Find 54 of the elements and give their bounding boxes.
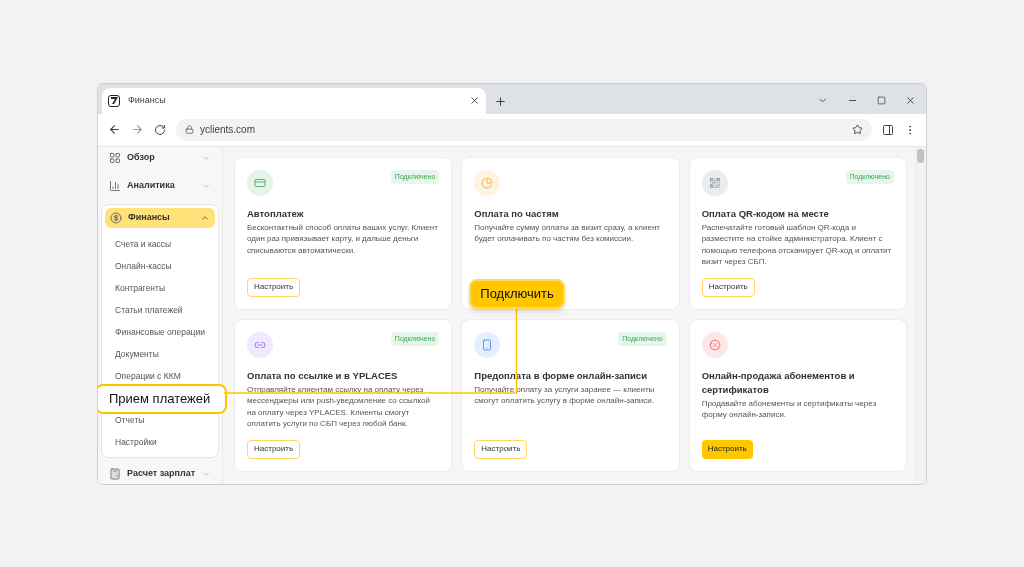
card-description: Получайте сумму оплаты за визит сразу, а клиент будет оплачивать по частям без комиссии.	[474, 221, 661, 245]
sidebar-item[interactable]: Статьи платежей	[105, 299, 215, 322]
star-icon[interactable]	[852, 124, 863, 135]
dollar-icon	[110, 211, 122, 224]
back-icon[interactable]	[108, 123, 121, 136]
card-description: Бесконтактный способ оплаты ваших услуг. Клиент один раз привязывает карту, и дальше деньги списываются автоматически.	[247, 221, 439, 256]
card-button[interactable]: Настроить	[701, 439, 753, 459]
browser-tab[interactable]: Финансы	[102, 87, 486, 114]
lock-icon	[185, 125, 194, 134]
forward-icon[interactable]	[131, 123, 144, 136]
sidebar-group[interactable]: Расчет зарплат	[104, 463, 216, 484]
calculator-icon	[109, 467, 121, 480]
bar-chart-icon	[109, 179, 121, 192]
sidebar-item[interactable]: Онлайн-кассы	[105, 255, 215, 278]
card-icon	[254, 176, 266, 189]
card-button[interactable]: Подключить	[469, 278, 565, 309]
url-field[interactable]: yclients.com	[176, 118, 872, 141]
sidebar-group[interactable]: Аналитика	[104, 175, 216, 196]
reload-icon[interactable]	[154, 123, 166, 136]
sidebar-group[interactable]: Обзор	[104, 147, 216, 168]
pie-chart-icon	[481, 176, 494, 189]
card-title: Оплата QR-кодом на месте	[701, 206, 830, 221]
scrollbar[interactable]	[914, 146, 926, 484]
card-title: Оплата по частям	[474, 206, 560, 221]
grid-icon	[109, 151, 121, 164]
card-button[interactable]: Настроить	[474, 439, 528, 459]
card-description: Продавайте абонементы и сертификаты через форму онлайн-записи.	[701, 397, 878, 421]
card-description: Отправляйте клиентам ссылку на оплату через мессенджеры или push-уведомление со ссылкой на оплату через YPLACES. Клиенты смогут оплатить услуги по СБП через любой банк.	[247, 383, 431, 430]
smartphone-icon	[481, 338, 494, 351]
card-button[interactable]: Настроить	[247, 277, 301, 297]
new-tab-icon[interactable]	[494, 94, 507, 108]
card-title: Автоплатеж	[247, 206, 305, 221]
close-icon[interactable]	[469, 95, 480, 106]
sidebar-item[interactable]: Финансовые операции	[105, 321, 215, 344]
qr-code-icon	[708, 176, 721, 189]
card-description: Получайте оплату за услуги заранее — клиенты смогут оплатить услугу в форме онлайн-записи.	[474, 383, 656, 407]
sidebar-group[interactable]: Финансы	[105, 207, 215, 228]
tab-title: Финансы	[128, 93, 167, 107]
card-description: Распечатайте готовый шаблон QR-кода и разместите на стойке администратора. Клиент с помощью телефона отсканирует QR-код и оплатит визит через СБП.	[701, 221, 893, 268]
url-text: yclients.com	[200, 123, 255, 137]
site-logo-icon	[108, 94, 120, 107]
percent-badge-icon	[708, 338, 721, 351]
sidebar-item[interactable]: Прием платежей	[98, 383, 227, 414]
card-title: Онлайн-продажа абонементов и сертификатов	[701, 368, 856, 397]
card-button[interactable]: Настроить	[701, 277, 755, 297]
card-button[interactable]: Настроить	[247, 439, 301, 459]
sidebar-item[interactable]: Счета и кассы	[105, 233, 215, 256]
maximize-icon[interactable]	[877, 95, 886, 105]
card-title: Оплата по ссылке и в YPLACES	[247, 368, 399, 383]
sidebar-item[interactable]: Документы	[105, 343, 215, 366]
close-icon[interactable]	[905, 94, 916, 106]
sidebar-item[interactable]: Контрагенты	[105, 277, 215, 300]
sidebar-item[interactable]: Настройки	[105, 431, 215, 454]
side-panel-icon[interactable]	[882, 123, 894, 136]
